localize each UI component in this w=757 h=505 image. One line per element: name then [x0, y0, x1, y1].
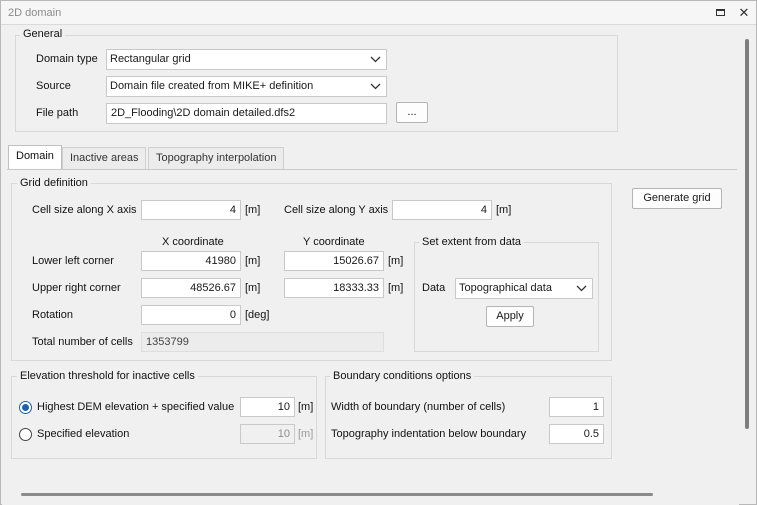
rotation-label: Rotation	[32, 309, 73, 321]
boundary-width-label: Width of boundary (number of cells)	[331, 401, 506, 413]
window-title: 2D domain	[8, 7, 62, 19]
chevron-down-icon	[576, 281, 587, 295]
x-coordinate-header: X coordinate	[162, 236, 224, 248]
topography-indentation-input[interactable]: 0.5	[549, 424, 604, 444]
data-label: Data	[422, 282, 446, 294]
domain-type-label: Domain type	[36, 53, 98, 65]
cell-size-y-label: Cell size along Y axis	[284, 204, 389, 216]
upper-right-y-unit: [m]	[388, 282, 404, 294]
lower-left-x-input[interactable]: 41980	[141, 251, 241, 271]
cell-size-y-input[interactable]: 4	[392, 200, 492, 220]
tab-domain[interactable]: Domain	[8, 145, 62, 170]
cell-size-y-unit: [m]	[496, 204, 512, 216]
specified-elevation-unit: [m]	[298, 428, 314, 440]
boundary-conditions-legend: Boundary conditions options	[330, 370, 475, 382]
extent-data-select[interactable]: Topographical data	[455, 278, 593, 299]
boundary-conditions-group	[325, 376, 612, 459]
highest-dem-input[interactable]: 10	[240, 397, 295, 417]
topography-indentation-label: Topography indentation below boundary	[331, 428, 527, 440]
domain-type-select[interactable]: Rectangular grid	[106, 49, 387, 70]
source-label: Source	[36, 80, 71, 92]
tab-inactive-areas[interactable]: Inactive areas	[62, 147, 147, 169]
dialog-window: 2D domain ✕ General Domain type Rectangu…	[0, 0, 757, 505]
restore-button[interactable]	[712, 5, 728, 21]
lower-left-label: Lower left corner	[32, 255, 114, 267]
tab-topography-interpolation[interactable]: Topography interpolation	[148, 147, 285, 169]
cell-size-x-input[interactable]: 4	[141, 200, 241, 220]
upper-right-label: Upper right corner	[32, 282, 121, 294]
extent-data-value: Topographical data	[459, 282, 552, 294]
highest-dem-label[interactable]: Highest DEM elevation + specified value	[37, 401, 234, 413]
lower-left-x-unit: [m]	[245, 255, 261, 267]
set-extent-legend: Set extent from data	[419, 236, 525, 248]
specified-elevation-radio[interactable]	[19, 428, 32, 441]
specified-elevation-input: 10	[240, 424, 295, 444]
upper-right-x-input[interactable]: 48526.67	[141, 278, 241, 298]
total-cells-field: 1353799	[141, 332, 384, 352]
lower-left-y-unit: [m]	[388, 255, 404, 267]
restore-icon	[716, 9, 725, 16]
boundary-width-input[interactable]: 1	[549, 397, 604, 417]
lower-left-y-input[interactable]: 15026.67	[284, 251, 384, 271]
close-button[interactable]: ✕	[736, 5, 752, 21]
elevation-threshold-group	[11, 376, 317, 459]
highest-dem-unit: [m]	[298, 401, 314, 413]
rotation-input[interactable]: 0	[141, 305, 241, 325]
source-value: Domain file created from MIKE+ definitio…	[110, 80, 314, 92]
elevation-threshold-legend: Elevation threshold for inactive cells	[17, 370, 198, 382]
cell-size-x-label: Cell size along X axis	[32, 204, 137, 216]
specified-elevation-label[interactable]: Specified elevation	[37, 428, 129, 440]
title-bar: 2D domain ✕	[1, 1, 756, 25]
source-select[interactable]: Domain file created from MIKE+ definitio…	[106, 76, 387, 97]
vertical-scrollbar[interactable]	[745, 39, 749, 429]
chevron-down-icon	[370, 79, 381, 93]
horizontal-scrollbar[interactable]	[21, 493, 653, 496]
chevron-down-icon	[370, 52, 381, 66]
file-path-label: File path	[36, 107, 79, 119]
upper-right-y-input[interactable]: 18333.33	[284, 278, 384, 298]
cell-size-x-unit: [m]	[245, 204, 261, 216]
highest-dem-radio[interactable]	[19, 401, 32, 414]
domain-type-value: Rectangular grid	[110, 53, 191, 65]
upper-right-x-unit: [m]	[245, 282, 261, 294]
rotation-unit: [deg]	[245, 309, 270, 321]
y-coordinate-header: Y coordinate	[303, 236, 365, 248]
apply-button[interactable]: Apply	[486, 306, 534, 327]
browse-button[interactable]: ...	[396, 102, 428, 123]
close-icon: ✕	[738, 5, 750, 20]
tab-divider	[7, 169, 737, 170]
general-legend: General	[20, 28, 66, 40]
grid-definition-legend: Grid definition	[17, 177, 91, 189]
file-path-input[interactable]: 2D_Flooding\2D domain detailed.dfs2	[106, 103, 387, 124]
total-cells-label: Total number of cells	[32, 336, 133, 348]
generate-grid-button[interactable]: Generate grid	[632, 188, 722, 209]
